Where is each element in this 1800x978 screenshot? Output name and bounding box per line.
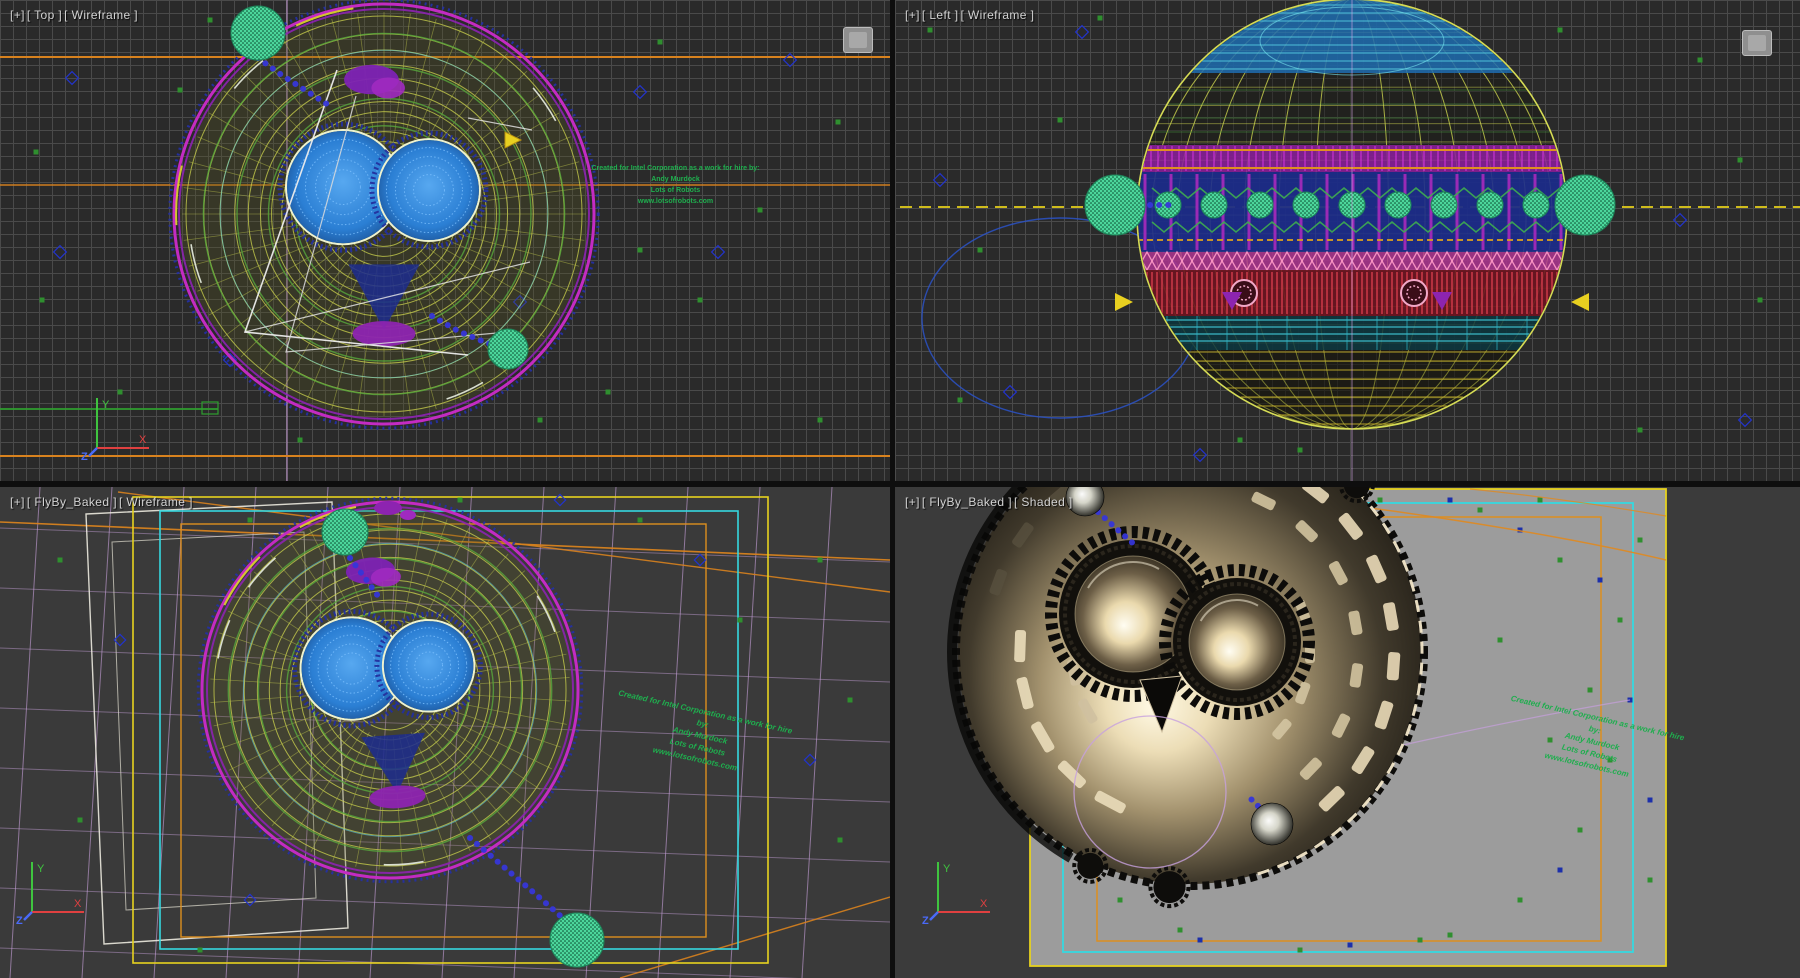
watermark-line: www.lotsofrobots.com bbox=[588, 196, 763, 207]
helper-box bbox=[843, 27, 873, 53]
viewport-left[interactable] bbox=[895, 0, 1800, 481]
viewport-shading-button[interactable]: [ Wireframe ] bbox=[960, 8, 1034, 22]
viewport-menu-button[interactable]: [+] bbox=[10, 495, 25, 509]
helper-box bbox=[1742, 30, 1772, 56]
viewport-label-flyby-wireframe: [+] [ FlyBy_Baked ] [ Wireframe ] bbox=[10, 495, 193, 509]
watermark-credit-top: Created for Intel Corporation as a work … bbox=[588, 163, 763, 207]
viewport-layout: YXZYXZYXZ [+] [ Top ] [ Wireframe ] [+] … bbox=[0, 0, 1800, 978]
viewport-shading-button[interactable]: [ Wireframe ] bbox=[64, 8, 138, 22]
watermark-line: Andy Murdock bbox=[588, 174, 763, 185]
watermark-line: Lots of Robots bbox=[588, 185, 763, 196]
viewport-view-button[interactable]: [ Top ] bbox=[27, 8, 62, 22]
viewport-top[interactable] bbox=[0, 0, 890, 481]
viewport-label-flyby-shaded: [+] [ FlyBy_Baked ] [ Shaded ] bbox=[905, 495, 1073, 509]
viewport-view-button[interactable]: [ Left ] bbox=[922, 8, 959, 22]
viewport-menu-button[interactable]: [+] bbox=[905, 8, 920, 22]
viewport-shading-button[interactable]: [ Wireframe ] bbox=[119, 495, 193, 509]
viewport-label-left: [+] [ Left ] [ Wireframe ] bbox=[905, 8, 1034, 22]
watermark-line: Created for Intel Corporation as a work … bbox=[588, 163, 763, 174]
viewport-shading-button[interactable]: [ Shaded ] bbox=[1014, 495, 1073, 509]
viewport-view-button[interactable]: [ FlyBy_Baked ] bbox=[27, 495, 117, 509]
viewport-view-button[interactable]: [ FlyBy_Baked ] bbox=[922, 495, 1012, 509]
viewport-menu-button[interactable]: [+] bbox=[10, 8, 25, 22]
viewport-menu-button[interactable]: [+] bbox=[905, 495, 920, 509]
viewport-label-top: [+] [ Top ] [ Wireframe ] bbox=[10, 8, 138, 22]
